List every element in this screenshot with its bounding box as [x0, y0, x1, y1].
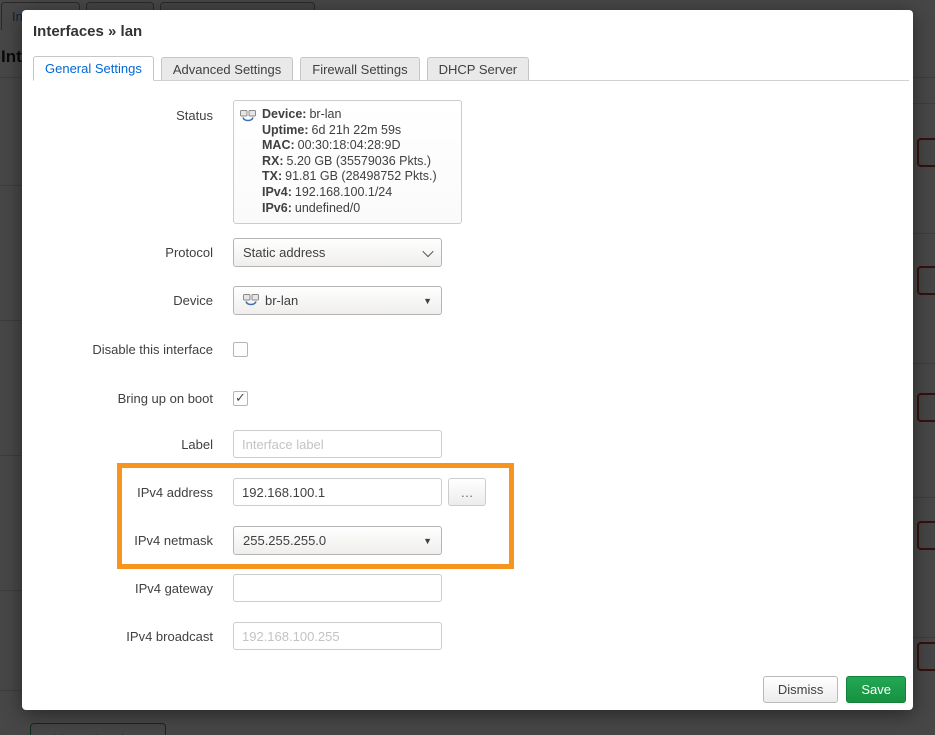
- dialog-footer: Dismiss Save: [763, 676, 906, 703]
- status-line: TX:91.81 GB (28498752 Pkts.): [262, 169, 453, 185]
- ipv4-address-label: IPv4 address: [33, 485, 213, 500]
- disable-interface-label: Disable this interface: [33, 342, 213, 357]
- status-label: Status: [33, 100, 213, 123]
- save-button[interactable]: Save: [846, 676, 906, 703]
- ipv4-broadcast-input[interactable]: [233, 622, 442, 650]
- interface-edit-dialog: Interfaces » lan General Settings Advanc…: [22, 10, 913, 710]
- dialog-tabbar: General Settings Advanced Settings Firew…: [33, 56, 909, 81]
- bring-up-on-boot-checkbox[interactable]: ✓: [233, 391, 248, 406]
- tab-firewall-settings[interactable]: Firewall Settings: [300, 57, 419, 80]
- ipv4-netmask-label: IPv4 netmask: [33, 533, 213, 548]
- ipv4-address-input[interactable]: [233, 478, 442, 506]
- protocol-selected-value: Static address: [243, 245, 325, 260]
- tab-advanced-settings[interactable]: Advanced Settings: [161, 57, 293, 80]
- status-line: MAC:00:30:18:04:28:9D: [262, 138, 453, 154]
- label-field-label: Label: [33, 437, 213, 452]
- interface-status-box: Device:br-lan Uptime:6d 21h 22m 59s MAC:…: [233, 100, 462, 224]
- dropdown-arrow-icon: ▼: [423, 296, 432, 306]
- device-selected-value: br-lan: [265, 293, 298, 308]
- protocol-label: Protocol: [33, 245, 213, 260]
- ipv4-netmask-dropdown[interactable]: 255.255.255.0 ▼: [233, 526, 442, 555]
- chevron-down-icon: [422, 245, 433, 256]
- tab-dhcp-server[interactable]: DHCP Server: [427, 57, 530, 80]
- status-line: Device:br-lan: [262, 107, 453, 123]
- status-lines: Device:br-lan Uptime:6d 21h 22m 59s MAC:…: [262, 107, 453, 216]
- bridge-device-icon: [243, 293, 259, 308]
- ipv4-address-more-button[interactable]: …: [448, 478, 486, 506]
- ipv4-broadcast-label: IPv4 broadcast: [33, 629, 213, 644]
- disable-interface-checkbox[interactable]: [233, 342, 248, 357]
- protocol-select[interactable]: Static address: [233, 238, 442, 267]
- status-line: Uptime:6d 21h 22m 59s: [262, 123, 453, 139]
- status-line: IPv6:undefined/0: [262, 201, 453, 217]
- tab-general-settings[interactable]: General Settings: [33, 56, 154, 81]
- bring-up-on-boot-label: Bring up on boot: [33, 391, 213, 406]
- interface-label-input[interactable]: [233, 430, 442, 458]
- device-dropdown[interactable]: br-lan ▼: [233, 286, 442, 315]
- ipv4-gateway-input[interactable]: [233, 574, 442, 602]
- screen: Interfaces Devices Global network option…: [0, 0, 935, 735]
- bridge-device-icon: [240, 109, 256, 128]
- dialog-title: Interfaces » lan: [33, 23, 142, 40]
- ipv4-netmask-selected-value: 255.255.255.0: [243, 533, 326, 548]
- status-line: IPv4:192.168.100.1/24: [262, 185, 453, 201]
- dismiss-button[interactable]: Dismiss: [763, 676, 839, 703]
- ipv4-gateway-label: IPv4 gateway: [33, 581, 213, 596]
- device-label: Device: [33, 293, 213, 308]
- checkmark-icon: ✓: [235, 390, 246, 406]
- status-line: RX:5.20 GB (35579036 Pkts.): [262, 154, 453, 170]
- dropdown-arrow-icon: ▼: [423, 536, 432, 546]
